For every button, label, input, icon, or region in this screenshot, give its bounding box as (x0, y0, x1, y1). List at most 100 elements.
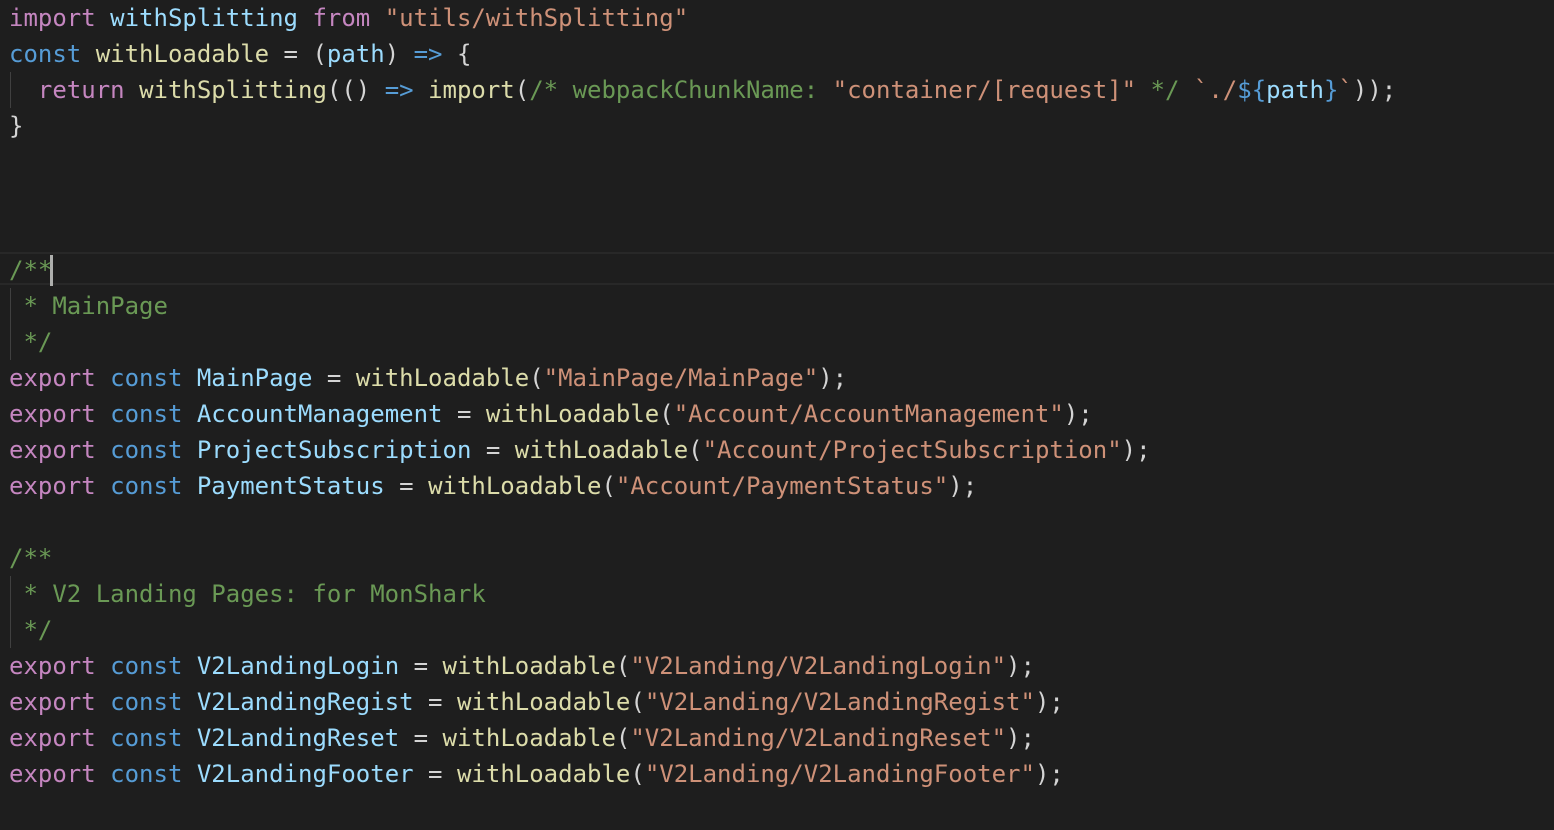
code-line[interactable]: * MainPage (9, 288, 168, 324)
code-token: * V2 Landing Pages: for MonShark (9, 580, 486, 608)
code-line[interactable]: export const V2LandingFooter = withLoada… (9, 756, 1064, 792)
code-token: `./ (1193, 76, 1238, 104)
code-token: withLoadable (442, 652, 616, 680)
code-token: "V2Landing/V2LandingFooter" (644, 760, 1035, 788)
code-token: "utils/withSplitting" (384, 4, 689, 32)
code-line[interactable]: import withSplitting from "utils/withSpl… (9, 0, 688, 36)
code-token: ( (688, 436, 703, 464)
code-token: ${ (1237, 76, 1267, 104)
code-token: */ (9, 616, 53, 644)
code-token: )); (1352, 76, 1397, 104)
code-token: withLoadable (485, 400, 660, 428)
code-token: V2LandingLogin (196, 652, 400, 680)
code-token: import (428, 76, 515, 104)
code-token: ) (384, 40, 414, 68)
code-token: "V2Landing/V2LandingReset" (630, 724, 1007, 752)
code-token: withLoadable (428, 472, 602, 500)
code-line[interactable]: export const V2LandingReset = withLoadab… (9, 720, 1035, 756)
code-line[interactable]: */ (9, 612, 52, 648)
code-token: "V2Landing/V2LandingRegist" (644, 688, 1035, 716)
code-token: ); (1063, 400, 1093, 428)
code-token: = (413, 688, 457, 716)
code-line[interactable]: export const V2LandingLogin = withLoadab… (9, 648, 1035, 684)
code-line[interactable]: /** (9, 252, 52, 288)
code-line[interactable]: export const ProjectSubscription = withL… (9, 432, 1151, 468)
code-token: const (110, 436, 183, 464)
code-token: ( (514, 76, 530, 104)
code-token: export (9, 472, 96, 500)
code-token: withLoadable (514, 436, 689, 464)
code-token: */ (1136, 76, 1180, 104)
code-token: = (399, 652, 443, 680)
code-token: ); (818, 364, 848, 392)
code-token: ); (1034, 760, 1064, 788)
code-token: "Account/AccountManagement" (673, 400, 1064, 428)
code-token: ( (630, 688, 645, 716)
code-line[interactable]: export const PaymentStatus = withLoadabl… (9, 468, 977, 504)
code-token: export (9, 400, 96, 428)
code-token: withSplitting (110, 4, 298, 32)
code-token: ( (615, 724, 631, 752)
code-token: const (110, 688, 183, 716)
code-token: "V2Landing/V2LandingLogin" (630, 652, 1007, 680)
code-token: const (110, 472, 183, 500)
code-token: * MainPage (9, 292, 168, 320)
code-token: withLoadable (355, 364, 530, 392)
code-line[interactable]: */ (9, 324, 52, 360)
code-token: = ( (269, 40, 327, 68)
code-token: withLoadable (95, 40, 270, 68)
code-token: ); (948, 472, 978, 500)
code-token: export (9, 724, 96, 752)
code-token: = (442, 400, 486, 428)
code-line[interactable]: export const MainPage = withLoadable("Ma… (9, 360, 847, 396)
code-token: return (37, 76, 125, 104)
code-line[interactable]: const withLoadable = (path) => { (9, 36, 471, 72)
code-line[interactable]: } (9, 108, 23, 144)
code-token: "MainPage/MainPage" (543, 364, 819, 392)
code-token: import (9, 4, 96, 32)
code-token: const (110, 724, 183, 752)
code-token: PaymentStatus (196, 472, 385, 500)
code-token: ( (659, 400, 674, 428)
code-token: "container/[request]" (832, 76, 1137, 104)
code-token: = (312, 364, 356, 392)
code-token: => (384, 76, 414, 104)
code-token: const (110, 364, 183, 392)
code-token: MainPage (196, 364, 313, 392)
code-token: export (9, 364, 96, 392)
code-line[interactable]: * V2 Landing Pages: for MonShark (9, 576, 486, 612)
code-token: } (9, 112, 24, 140)
code-token: { (442, 40, 472, 68)
code-token: ` (1338, 76, 1353, 104)
code-editor[interactable]: import withSplitting from "utils/withSpl… (0, 0, 1554, 830)
code-line[interactable]: /** (9, 540, 52, 576)
code-token: "Account/ProjectSubscription" (702, 436, 1122, 464)
code-token: export (9, 688, 96, 716)
code-token: ( (615, 652, 631, 680)
code-token: path (326, 40, 385, 68)
code-token: */ (9, 328, 53, 356)
code-token: ( (630, 760, 645, 788)
code-line[interactable]: export const V2LandingRegist = withLoada… (9, 684, 1064, 720)
code-token: withLoadable (456, 688, 631, 716)
code-token: /** (9, 544, 53, 572)
code-token: V2LandingReset (196, 724, 400, 752)
code-line[interactable]: export const AccountManagement = withLoa… (9, 396, 1093, 432)
code-token: /** (9, 256, 53, 284)
code-line[interactable]: return withSplitting(() => import(/* web… (9, 72, 1396, 108)
code-token: => (413, 40, 443, 68)
